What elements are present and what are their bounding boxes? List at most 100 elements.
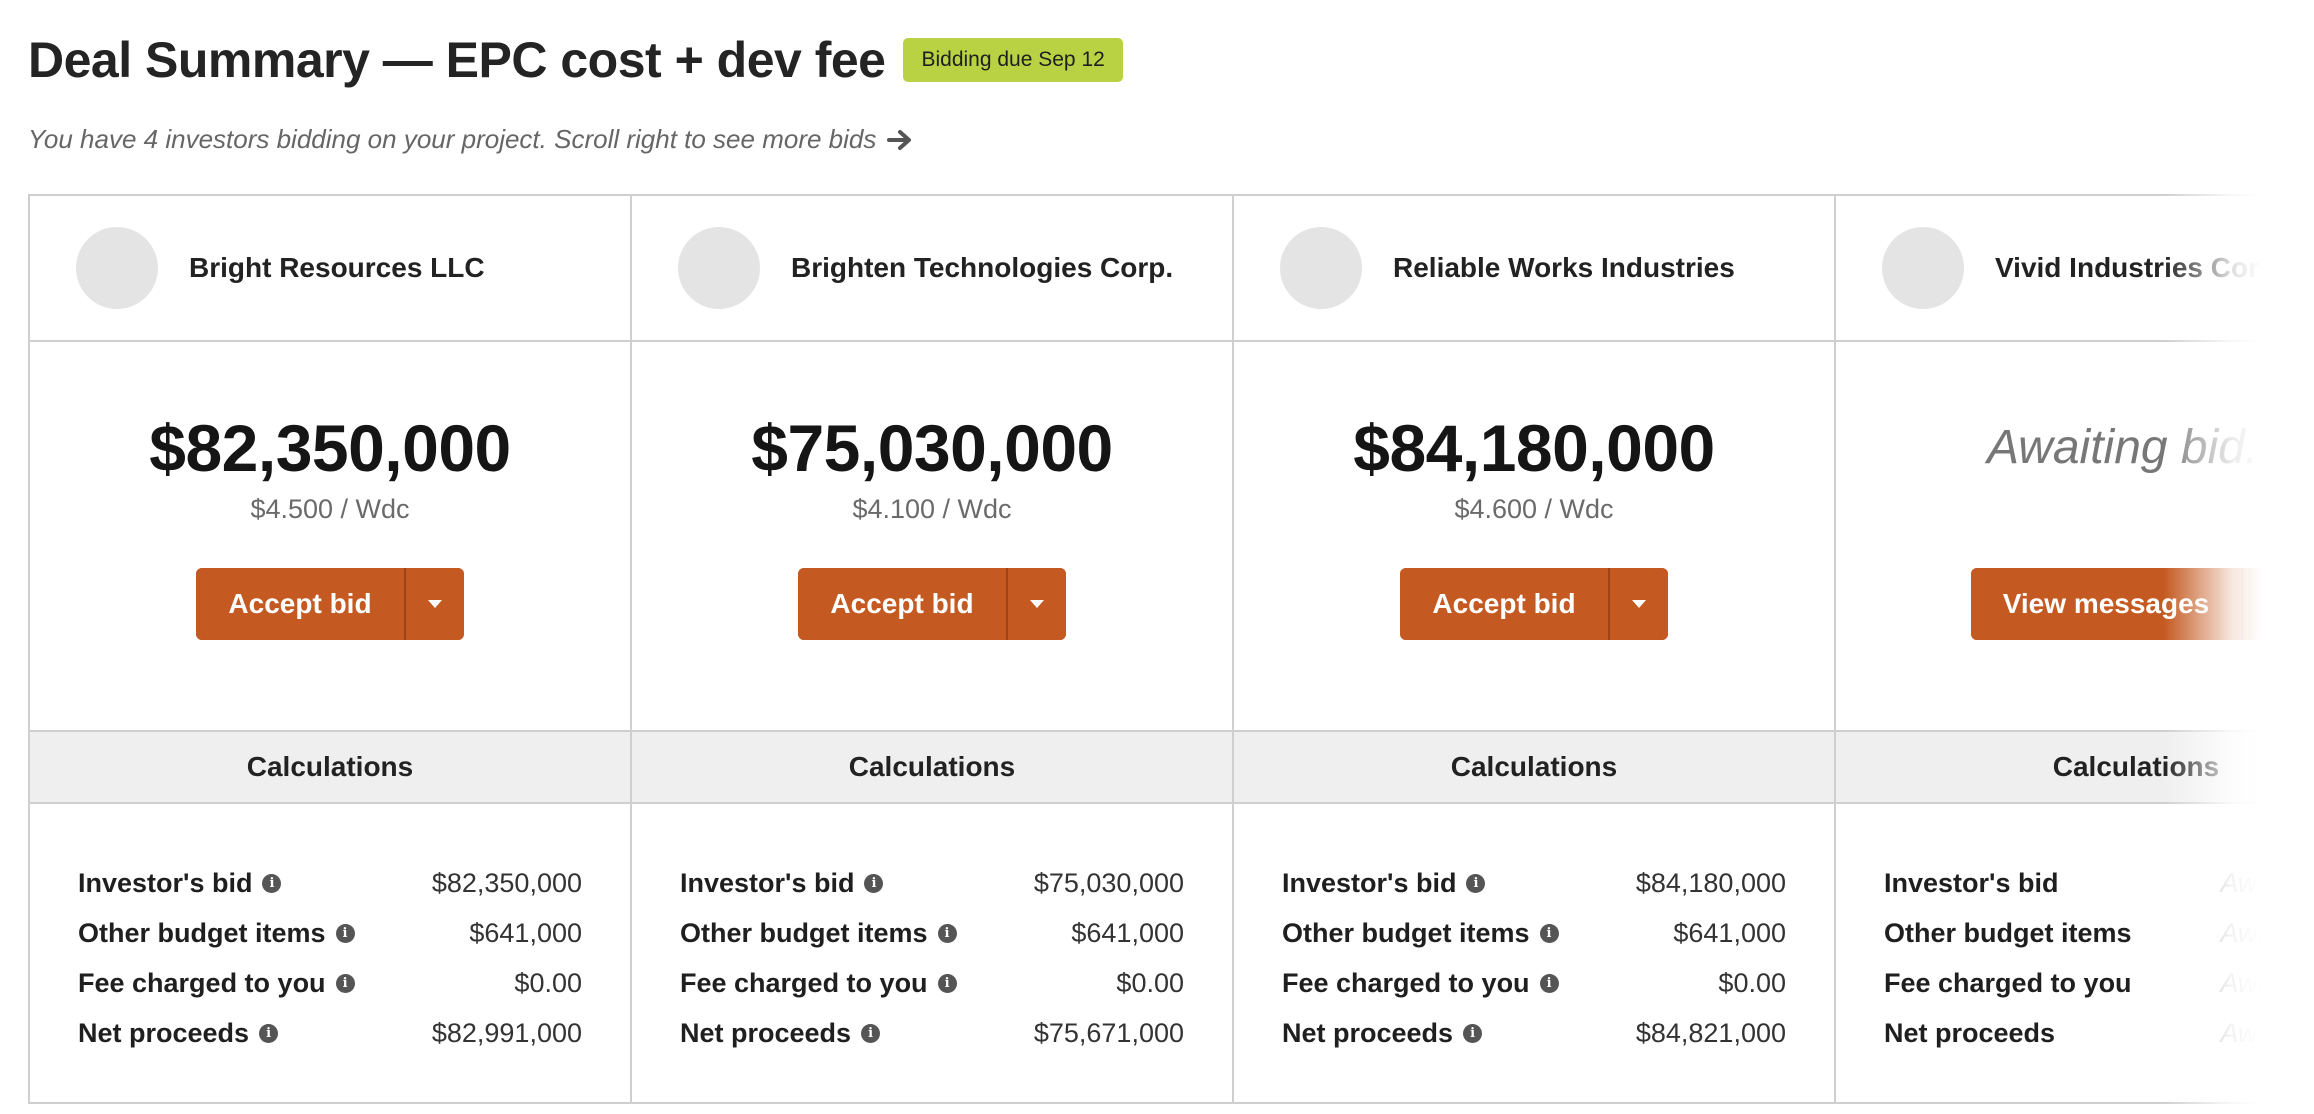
page-title: Deal Summary — EPC cost + dev fee xyxy=(28,32,886,88)
calc-row-investors-bid: Investor's bid i $84,180,000 xyxy=(1282,858,1786,908)
calculations-heading: Calculations xyxy=(1234,732,1834,804)
info-icon[interactable]: i xyxy=(937,923,957,943)
calc-row-fee-charged: Fee charged to you i $0.00 xyxy=(78,958,582,1008)
calc-label: Fee charged to you xyxy=(78,967,326,998)
accept-bid-button[interactable]: Accept bid xyxy=(196,568,404,640)
accept-bid-button[interactable]: Accept bid xyxy=(798,568,1006,640)
bid-options-dropdown[interactable] xyxy=(2241,568,2288,640)
page-subtitle: You have 4 investors bidding on your pro… xyxy=(28,124,914,155)
info-icon[interactable]: i xyxy=(262,873,282,893)
view-messages-button[interactable]: View messages xyxy=(1970,568,2242,640)
calc-row-net-proceeds: Net proceeds i $82,991,000 xyxy=(78,1008,582,1058)
bid-options-dropdown[interactable] xyxy=(1607,568,1668,640)
calc-label: Fee charged to you xyxy=(680,967,928,998)
price-per-wdc: $4.500 / Wdc xyxy=(250,494,410,524)
investor-name: Reliable Works Industries xyxy=(1393,252,1735,283)
calc-value: Awaiting bid... xyxy=(2220,867,2288,898)
info-icon[interactable]: i xyxy=(1539,923,1559,943)
calc-label: Fee charged to you xyxy=(1282,967,1530,998)
calc-label: Other budget items xyxy=(680,917,928,948)
calc-value: $0.00 xyxy=(514,967,582,998)
calc-label: Net proceeds xyxy=(1282,1017,1454,1048)
calc-row-investors-bid: Investor's bid i $75,030,000 xyxy=(680,858,1184,908)
accept-bid-button[interactable]: Accept bid xyxy=(1400,568,1608,640)
bid-action-group: Accept bid xyxy=(798,568,1066,640)
calc-value: $84,821,000 xyxy=(1635,1017,1786,1048)
calc-row-other-budget-items: Other budget items Awaiting bid... xyxy=(1884,908,2288,958)
bid-summary: $84,180,000 $4.600 / Wdc Accept bid xyxy=(1234,342,1834,732)
bid-summary: $82,350,000 $4.500 / Wdc Accept bid xyxy=(30,342,630,732)
calc-value: $84,180,000 xyxy=(1635,867,1786,898)
awaiting-bid-text: Awaiting bid... xyxy=(1987,421,2285,474)
info-icon[interactable]: i xyxy=(937,973,957,993)
bid-card: Bright Resources LLC $82,350,000 $4.500 … xyxy=(30,196,632,1102)
calc-row-other-budget-items: Other budget items i $641,000 xyxy=(1282,908,1786,958)
info-icon[interactable]: i xyxy=(335,973,355,993)
calc-row-fee-charged: Fee charged to you i $0.00 xyxy=(1282,958,1786,1008)
info-icon[interactable]: i xyxy=(1539,973,1559,993)
bid-card: Reliable Works Industries $84,180,000 $4… xyxy=(1234,196,1836,1102)
bid-amount: $84,180,000 xyxy=(1353,411,1715,485)
avatar xyxy=(1882,227,1964,309)
price-per-wdc: $4.100 / Wdc xyxy=(852,494,1012,524)
info-icon[interactable]: i xyxy=(259,1023,279,1043)
info-icon[interactable]: i xyxy=(861,1023,881,1043)
bids-board: Bright Resources LLC $82,350,000 $4.500 … xyxy=(28,194,2288,1104)
calc-value: $641,000 xyxy=(1673,917,1786,948)
investor-header: Bright Resources LLC xyxy=(30,196,630,342)
calc-label: Investor's bid xyxy=(78,867,253,898)
bid-action-group: Accept bid xyxy=(1400,568,1668,640)
bid-card: Brighten Technologies Corp. $75,030,000 … xyxy=(632,196,1234,1102)
chevron-down-icon xyxy=(427,600,442,608)
chevron-down-icon xyxy=(1631,600,1646,608)
bid-summary: $75,030,000 $4.100 / Wdc Accept bid xyxy=(632,342,1232,732)
bids-scroll-area[interactable]: Bright Resources LLC $82,350,000 $4.500 … xyxy=(28,194,2288,1104)
info-icon[interactable]: i xyxy=(1466,873,1486,893)
calc-value: $0.00 xyxy=(1718,967,1786,998)
calc-value: $641,000 xyxy=(469,917,582,948)
calculations-list: Investor's bid Awaiting bid... Other bud… xyxy=(1836,804,2288,1058)
calc-value: $0.00 xyxy=(1116,967,1184,998)
arrow-right-icon xyxy=(887,129,912,150)
bid-amount: $82,350,000 xyxy=(149,411,511,485)
calc-value: Awaiting bid... xyxy=(2220,1017,2288,1048)
bidding-due-badge: Bidding due Sep 12 xyxy=(903,38,1123,82)
calc-row-net-proceeds: Net proceeds i $75,671,000 xyxy=(680,1008,1184,1058)
investor-header: Brighten Technologies Corp. xyxy=(632,196,1232,342)
investor-name: Bright Resources LLC xyxy=(189,252,485,283)
investor-name: Brighten Technologies Corp. xyxy=(791,252,1174,283)
calc-row-investors-bid: Investor's bid i $82,350,000 xyxy=(78,858,582,908)
bid-action-group: View messages xyxy=(1970,568,2288,640)
calc-value: Awaiting bid... xyxy=(2220,967,2288,998)
calc-label: Investor's bid xyxy=(1884,867,2059,898)
chevron-down-icon xyxy=(1029,600,1044,608)
info-icon[interactable]: i xyxy=(335,923,355,943)
calc-label: Fee charged to you xyxy=(1884,967,2132,998)
calculations-list: Investor's bid i $82,350,000 Other budget… xyxy=(30,804,630,1058)
calc-label: Net proceeds xyxy=(1884,1017,2056,1048)
calc-value: $641,000 xyxy=(1071,917,1184,948)
calc-row-fee-charged: Fee charged to you Awaiting bid... xyxy=(1884,958,2288,1008)
calc-row-net-proceeds: Net proceeds i $84,821,000 xyxy=(1282,1008,1786,1058)
investor-header: Vivid Industries Corp. xyxy=(1836,196,2288,342)
chevron-down-icon xyxy=(2265,600,2280,608)
calculations-list: Investor's bid i $84,180,000 Other budget… xyxy=(1234,804,1834,1058)
calc-row-other-budget-items: Other budget items i $641,000 xyxy=(680,908,1184,958)
calc-row-investors-bid: Investor's bid Awaiting bid... xyxy=(1884,858,2288,908)
investor-name: Vivid Industries Corp. xyxy=(1995,252,2284,283)
bid-options-dropdown[interactable] xyxy=(403,568,464,640)
bid-options-dropdown[interactable] xyxy=(1005,568,1066,640)
calc-value: $82,350,000 xyxy=(431,867,582,898)
bid-amount: $75,030,000 xyxy=(751,411,1113,485)
calc-value: Awaiting bid... xyxy=(2220,917,2288,948)
calc-label: Other budget items xyxy=(78,917,326,948)
calculations-heading: Calculations xyxy=(632,732,1232,804)
calc-label: Investor's bid xyxy=(680,867,855,898)
bid-action-group: Accept bid xyxy=(196,568,464,640)
calculations-heading: Calculations xyxy=(1836,732,2288,804)
calc-row-other-budget-items: Other budget items i $641,000 xyxy=(78,908,582,958)
calc-value: $75,030,000 xyxy=(1033,867,1184,898)
calc-label: Other budget items xyxy=(1282,917,1530,948)
info-icon[interactable]: i xyxy=(864,873,884,893)
info-icon[interactable]: i xyxy=(1463,1023,1483,1043)
